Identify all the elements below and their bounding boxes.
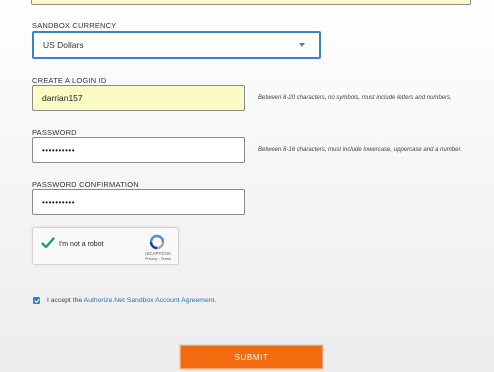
- password-label: PASSWORD: [32, 128, 77, 137]
- agreement-link[interactable]: Authorize.Net Sandbox Account Agreement: [84, 297, 215, 304]
- checkbox-check-icon: [33, 298, 40, 303]
- password-hint: Between 8-16 characters, must include lo…: [258, 147, 462, 153]
- submit-button[interactable]: SUBMIT: [179, 344, 324, 370]
- recaptcha-brand: reCAPTCHA: [145, 251, 171, 256]
- agreement-text: I accept the Authorize.Net Sandbox Accou…: [47, 297, 216, 304]
- login-id-hint: Between 8-20 characters, no symbols, mus…: [258, 95, 452, 101]
- password-confirmation-field[interactable]: ••••••••••: [32, 189, 245, 215]
- login-id-field[interactable]: darrian157: [32, 85, 245, 111]
- agreement-suffix: .: [214, 297, 217, 304]
- recaptcha-checkmark-icon[interactable]: [41, 236, 55, 250]
- password-value: ••••••••••: [42, 145, 76, 155]
- login-id-label: CREATE A LOGIN ID: [32, 76, 107, 85]
- recaptcha-widget: I'm not a robot reCAPTCHA Privacy - Term…: [32, 227, 179, 265]
- recaptcha-logo-icon: [148, 234, 166, 250]
- password-confirmation-label: PASSWORD CONFIRMATION: [32, 180, 139, 189]
- agreement-prefix: I accept the: [47, 297, 84, 304]
- recaptcha-links[interactable]: Privacy - Terms: [138, 257, 178, 261]
- currency-select-value: US Dollars: [43, 40, 84, 50]
- currency-select[interactable]: US Dollars: [32, 31, 321, 59]
- agreement-checkbox[interactable]: [33, 297, 40, 304]
- password-confirmation-value: ••••••••••: [42, 197, 76, 207]
- recaptcha-label: I'm not a robot: [59, 241, 104, 248]
- currency-label: SANDBOX CURRENCY: [32, 21, 117, 30]
- login-id-value: darrian157: [42, 93, 83, 103]
- password-field[interactable]: ••••••••••: [32, 137, 245, 163]
- chevron-down-icon: [299, 43, 305, 47]
- previous-input-field[interactable]: [31, 0, 471, 5]
